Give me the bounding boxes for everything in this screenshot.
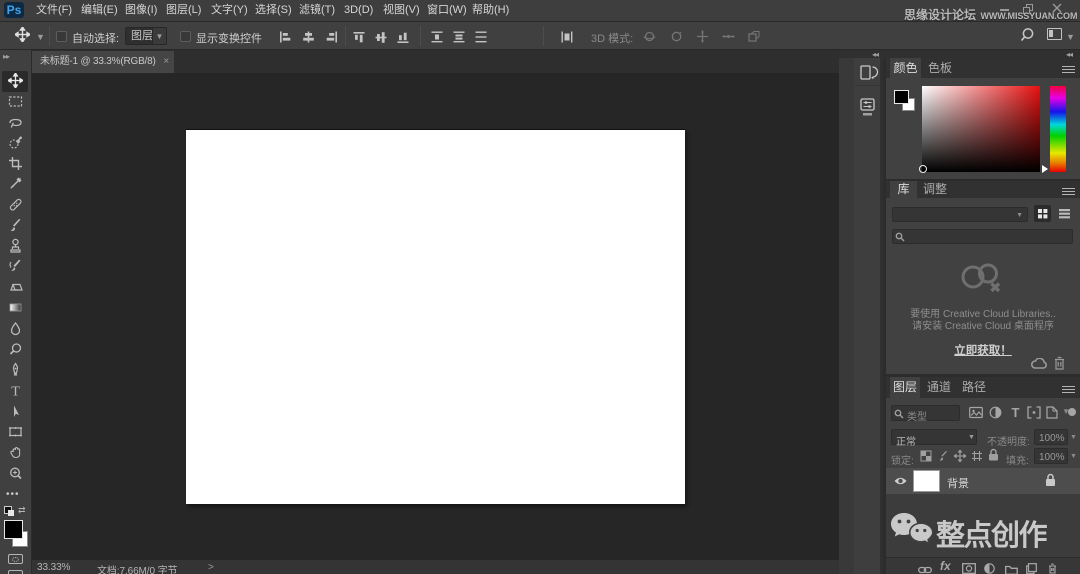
- svg-text:T: T: [1012, 405, 1020, 419]
- svg-text:T: T: [11, 384, 20, 398]
